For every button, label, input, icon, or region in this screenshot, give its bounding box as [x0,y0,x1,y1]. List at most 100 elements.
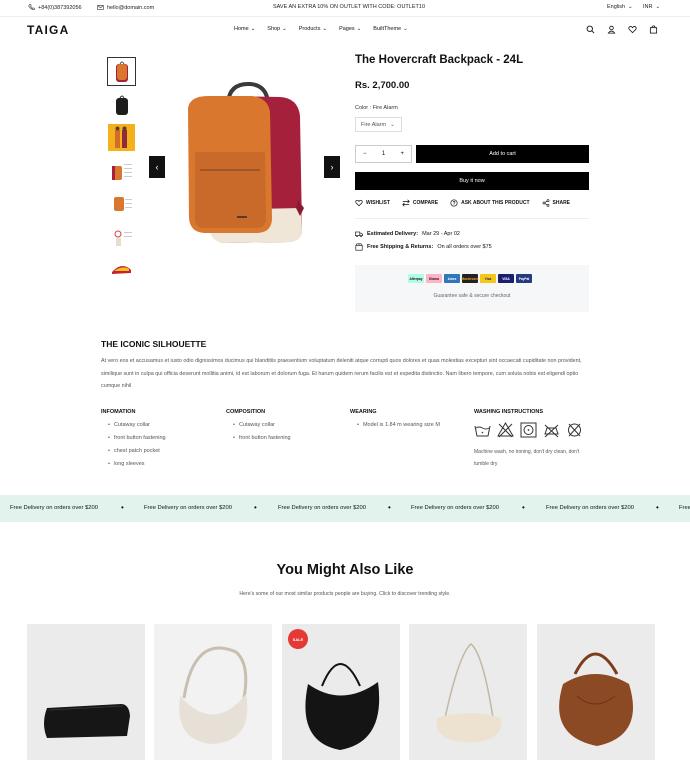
qty-minus-button[interactable]: − [363,151,367,157]
washing-note: Machine wash, no ironing, don't dry clea… [474,449,580,467]
composition-title: COMPOSITION [226,409,266,415]
return-box-icon [355,243,363,251]
information-item: long sleeves [108,461,166,474]
color-select[interactable]: Fire Alarm ⌄ [355,117,402,132]
qty-plus-button[interactable]: + [400,151,404,157]
add-to-cart-button[interactable]: Add to cart [416,145,589,163]
product-card-5[interactable] [537,624,655,760]
thumbnail-1[interactable] [107,57,136,86]
backpack-thumbnail-image [115,61,128,82]
cap-image [111,265,131,274]
marquee-item: Free Delivery on orders over $200 [411,505,499,511]
buy-now-button[interactable]: Buy it now [355,172,589,190]
top-bar: +84(0)387392056 hello@domain.com SAVE AN… [0,0,690,16]
thumbnail-5[interactable] [108,190,135,217]
product-card-3[interactable]: SALE [282,624,400,760]
nav-pages[interactable]: Pages ⌄ [339,26,361,32]
washing-column: WASHING INSTRUCTIONS Machine wash, no ir… [474,409,594,470]
chevron-down-icon: ⌄ [403,26,408,32]
qty-value[interactable]: 1 [382,151,385,157]
detail-sheet-image [114,230,132,246]
nav-shop[interactable]: Shop ⌄ [267,26,286,32]
top-divider [0,16,690,17]
marquee-item: Free Delivery on orders over $200 [546,505,634,511]
thumbnail-6[interactable] [108,223,135,250]
product-price: Rs. 2,700.00 [355,80,410,91]
currency-select[interactable]: INR ⌄ [643,4,660,10]
information-column: INFOMATION Cutaway collar front button f… [101,409,166,474]
search-button[interactable] [586,25,595,34]
information-item: chest patch pocket [108,448,166,461]
thumbnail-7[interactable] [108,256,135,283]
marquee-item: Free Delivery on orders over $200 [679,505,690,511]
klarna-card-icon: Klarna [426,274,442,283]
thumbnail-2[interactable] [108,91,135,118]
chevron-left-icon: ‹ [155,162,159,172]
nav-products[interactable]: Products ⌄ [299,26,327,32]
afterpay-card-icon: Afterpay [408,274,424,283]
heart-icon [628,26,637,34]
nav-shop-label: Shop [267,26,281,32]
share-action[interactable]: SHARE [542,199,570,207]
product-card-4[interactable] [409,624,527,760]
description-title: THE ICONIC SILHOUETTE [101,339,207,349]
detail-sheet-image [113,196,132,211]
product-title: The Hovercraft Backpack - 24L [355,54,524,66]
promo-text: SAVE AN EXTRA 10% ON OUTLET WITH CODE: O… [273,4,425,10]
share-icon [542,199,549,207]
wearing-item: Model is 1.84 m wearing size M [357,422,440,435]
chevron-right-icon: › [330,162,334,172]
marquee-dot: • [254,503,257,512]
heart-icon [355,199,363,207]
product-card-2[interactable] [154,624,272,760]
language-value: English [607,4,626,10]
amex-card-icon: Amex [444,274,460,283]
information-item: Cutaway collar [108,422,166,435]
detail-sheet-image [111,163,132,180]
thumbnail-4[interactable] [108,157,135,184]
email-contact[interactable]: hello@domain.com [97,4,154,11]
main-nav: Home ⌄ Shop ⌄ Products ⌄ Pages ⌄ BuiltTheme ⌄ [234,26,408,32]
models-image [115,126,127,148]
account-button[interactable] [607,25,616,34]
nav-builttheme-label: BuiltTheme [373,26,402,32]
wearing-column: WEARING Model is 1.84 m wearing size M [350,409,440,435]
delivery-value: Mar 29 - Apr 02 [422,231,460,237]
bag-icon [649,25,658,34]
account-icon [607,25,616,34]
chevron-down-icon: ⌄ [390,121,395,128]
main-product-image [188,81,304,243]
guarantee-text: Guarantee safe & secure checkout [433,293,511,299]
information-title: INFOMATION [101,409,136,415]
free-shipping: Free Shipping & Returns: On all orders o… [355,243,492,251]
chevron-down-icon: ⌄ [356,26,362,32]
black-backpack-image [115,95,128,115]
color-select-value: Fire Alarm [361,121,387,128]
nav-builttheme[interactable]: BuiltTheme ⌄ [373,26,407,32]
product-card-1[interactable] [27,624,145,760]
cart-button[interactable] [649,25,658,34]
nav-pages-label: Pages [339,26,355,32]
email-address: hello@domain.com [107,4,155,11]
phone-contact[interactable]: +84(0)387392056 [28,4,82,11]
wishlist-button[interactable] [628,25,637,34]
compare-action[interactable]: COMPARE [402,199,438,207]
thumbnail-3[interactable] [108,124,135,151]
brown-leather-bag-image [559,652,633,746]
language-select[interactable]: English ⌄ [607,4,633,10]
nav-home[interactable]: Home ⌄ [234,26,255,32]
prev-image-button[interactable]: ‹ [149,156,165,178]
product-actions: WISHLIST COMPARE ASK ABOUT THIS PRODUCT … [355,199,570,207]
cream-hobo-bag-image [179,646,248,744]
next-image-button[interactable]: › [324,156,340,178]
composition-item: front button fastening [233,435,291,448]
site-logo[interactable]: TAIGA [27,23,69,37]
quantity-stepper[interactable]: − 1 + [355,145,412,163]
ask-question-action[interactable]: ASK ABOUT THIS PRODUCT [450,199,530,207]
chevron-down-icon: ⌄ [250,26,256,32]
visa-card-icon: VISA [498,274,514,283]
divider [355,218,589,219]
phone-number: +84(0)387392056 [38,4,82,11]
mail-icon [97,5,104,10]
wishlist-action[interactable]: WISHLIST [355,199,390,207]
